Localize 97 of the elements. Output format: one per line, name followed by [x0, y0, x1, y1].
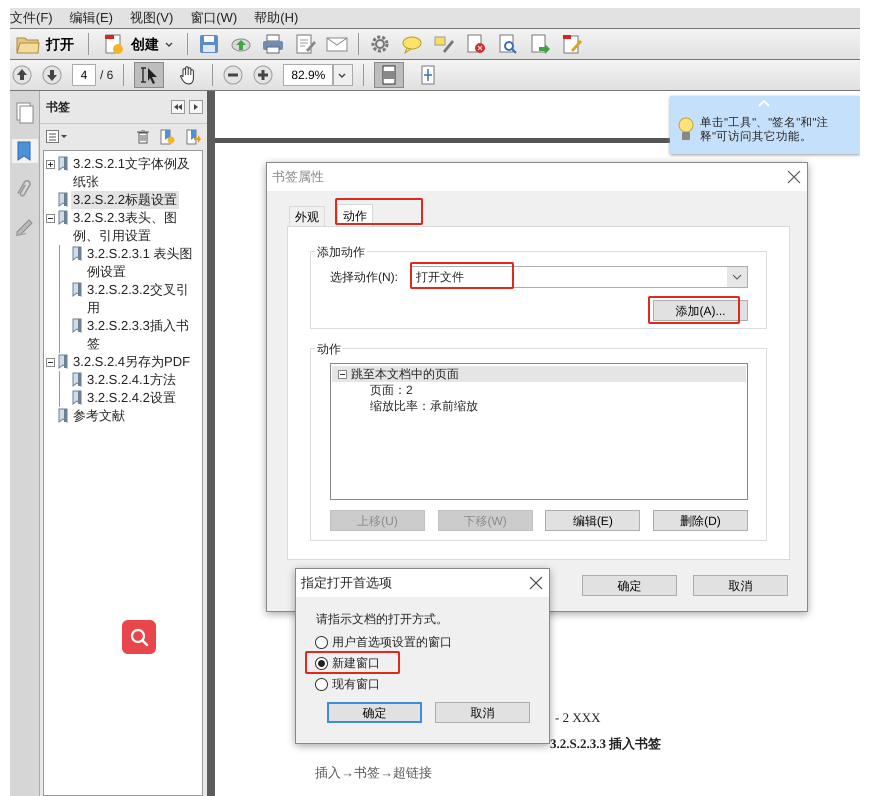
close-icon[interactable] — [787, 170, 801, 184]
menu-item[interactable]: 文件(F) — [10, 8, 53, 28]
entry-detail: 页面：2 — [369, 382, 413, 398]
bookmark-item[interactable]: 3.2.S.2.3.2交叉引用 — [85, 281, 200, 317]
print-icon[interactable] — [262, 33, 284, 55]
search-button[interactable] — [122, 620, 156, 654]
dialog-title: 书签属性 — [272, 168, 324, 186]
dialog-button[interactable]: 确定 — [327, 702, 422, 723]
page-count: / 6 — [100, 67, 114, 84]
menu-item[interactable]: 编辑(E) — [70, 8, 113, 28]
options-icon[interactable] — [46, 130, 68, 144]
bookmark-tab[interactable] — [12, 139, 38, 163]
edit-document-icon[interactable] — [294, 33, 316, 55]
page-text: 插入→书签→超链接 — [315, 764, 432, 782]
option-label[interactable]: 现有窗口 — [332, 675, 380, 693]
expand-icon[interactable] — [46, 160, 55, 169]
bookmark-item[interactable]: 3.2.S.2.4另存为PDF — [71, 353, 192, 371]
action-entry[interactable]: 跳至本文档中的页面 — [332, 366, 746, 382]
group-title: 添加动作 — [315, 243, 367, 261]
bookmark-item[interactable]: 参考文献 — [71, 407, 127, 425]
radio-button[interactable] — [315, 656, 328, 670]
bookmark-icon — [72, 318, 82, 333]
splitter-handle[interactable] — [207, 91, 215, 796]
page-text: - 2 XXX — [555, 709, 600, 727]
option-label[interactable]: 用户首选项设置的窗口 — [332, 633, 452, 651]
radio-button[interactable] — [315, 636, 328, 648]
collapse-icon[interactable] — [46, 358, 55, 367]
bookmark-icon — [58, 210, 68, 225]
radio-button[interactable] — [315, 678, 328, 690]
bookmark-item[interactable]: 3.2.S.2.3.3插入书签 — [85, 317, 200, 353]
collapse-icon[interactable] — [338, 370, 347, 378]
double-left-icon — [174, 104, 182, 110]
zoom-in-icon[interactable] — [253, 65, 274, 85]
trash-icon[interactable] — [137, 130, 149, 144]
document-pencil-icon[interactable] — [561, 33, 583, 55]
right-icon — [194, 104, 198, 110]
new-bookmark-icon[interactable] — [159, 129, 175, 145]
add-button[interactable]: 添加(A)... — [653, 300, 748, 321]
save-icon[interactable] — [198, 33, 220, 55]
bookmark-icon — [72, 282, 82, 297]
select-tool-button[interactable] — [134, 62, 164, 88]
action-button[interactable]: 删除(D) — [652, 510, 748, 531]
pages-icon — [14, 102, 36, 124]
tip-text: 单击"工具"、"签名"和"注释"可访问其它功能。 — [700, 116, 830, 144]
dialog-button[interactable]: 取消 — [435, 702, 530, 723]
option-label[interactable]: 新建窗口 — [332, 654, 380, 672]
page-field[interactable]: 4 — [72, 64, 96, 86]
arrow-up-icon[interactable] — [12, 65, 32, 85]
panel-title: 书签 — [46, 99, 70, 116]
document-search-icon[interactable] — [497, 33, 519, 55]
bookmark-item[interactable]: 3.2.S.2.1文字体例及纸张 — [71, 155, 200, 191]
zoom-out-icon[interactable] — [223, 65, 244, 85]
action-button[interactable]: 编辑(E) — [545, 510, 640, 531]
menu-item[interactable]: 窗口(W) — [190, 8, 238, 28]
delete-document-icon[interactable] — [465, 33, 487, 55]
dialog-tab[interactable]: 外观 — [289, 206, 325, 226]
caret-icon — [732, 274, 742, 280]
open-button[interactable]: 打开 — [12, 34, 78, 54]
prompt-text: 请指示文档的打开方式。 — [316, 611, 448, 628]
document-arrow-icon[interactable] — [529, 33, 551, 55]
select-tool-icon — [139, 65, 160, 85]
expand-panel-button[interactable] — [189, 100, 203, 114]
bookmark-item[interactable]: 3.2.S.2.3表头、图例、引用设置 — [71, 209, 200, 245]
bookmark-icon — [72, 372, 82, 387]
move-bookmark-icon[interactable] — [185, 129, 201, 145]
collapse-icon[interactable] — [46, 214, 55, 223]
dialog-button[interactable]: 取消 — [693, 575, 788, 596]
caret-icon — [165, 42, 173, 46]
menu-item[interactable]: 视图(V) — [130, 8, 174, 28]
dialog-tab[interactable]: 动作 — [337, 204, 373, 226]
dialog-button[interactable]: 确定 — [582, 575, 677, 596]
page-heading: 3.2.S.2.3.3 插入书签 — [550, 734, 662, 752]
lightbulb-icon — [678, 117, 694, 143]
bookmark-item[interactable]: 3.2.S.2.2标题设置 — [71, 191, 180, 209]
settings-icon[interactable] — [369, 33, 391, 55]
bookmark-icon — [58, 354, 68, 369]
entry-detail: 缩放比率：承前缩放 — [369, 398, 478, 414]
entry-label: 跳至本文档中的页面 — [351, 366, 459, 382]
close-icon[interactable] — [529, 576, 543, 590]
bookmark-item[interactable]: 3.2.S.2.4.2设置 — [85, 389, 178, 407]
bookmark-item[interactable]: 3.2.S.2.3.1 表头图例设置 — [85, 245, 200, 281]
zoom-field[interactable]: 82.9% — [283, 64, 334, 86]
field-label: 选择动作(N): — [330, 269, 399, 286]
menu-item[interactable]: 帮助(H) — [254, 8, 298, 28]
bookmark-icon — [72, 246, 82, 261]
dialog-title: 指定打开首选项 — [301, 574, 392, 592]
fit-page-button[interactable] — [374, 62, 404, 88]
collapse-panel-button[interactable] — [171, 100, 185, 114]
create-button[interactable]: 创建 — [99, 33, 177, 55]
caret-icon — [338, 72, 346, 78]
bookmark-icon — [58, 408, 68, 423]
arrow-down-icon[interactable] — [42, 65, 62, 85]
bookmark-item[interactable]: 3.2.S.2.4.1方法 — [85, 371, 178, 389]
search-icon — [129, 627, 149, 647]
bookmark-icon — [72, 390, 82, 405]
bookmark-icon — [58, 192, 68, 207]
bookmark-icon — [58, 156, 68, 171]
